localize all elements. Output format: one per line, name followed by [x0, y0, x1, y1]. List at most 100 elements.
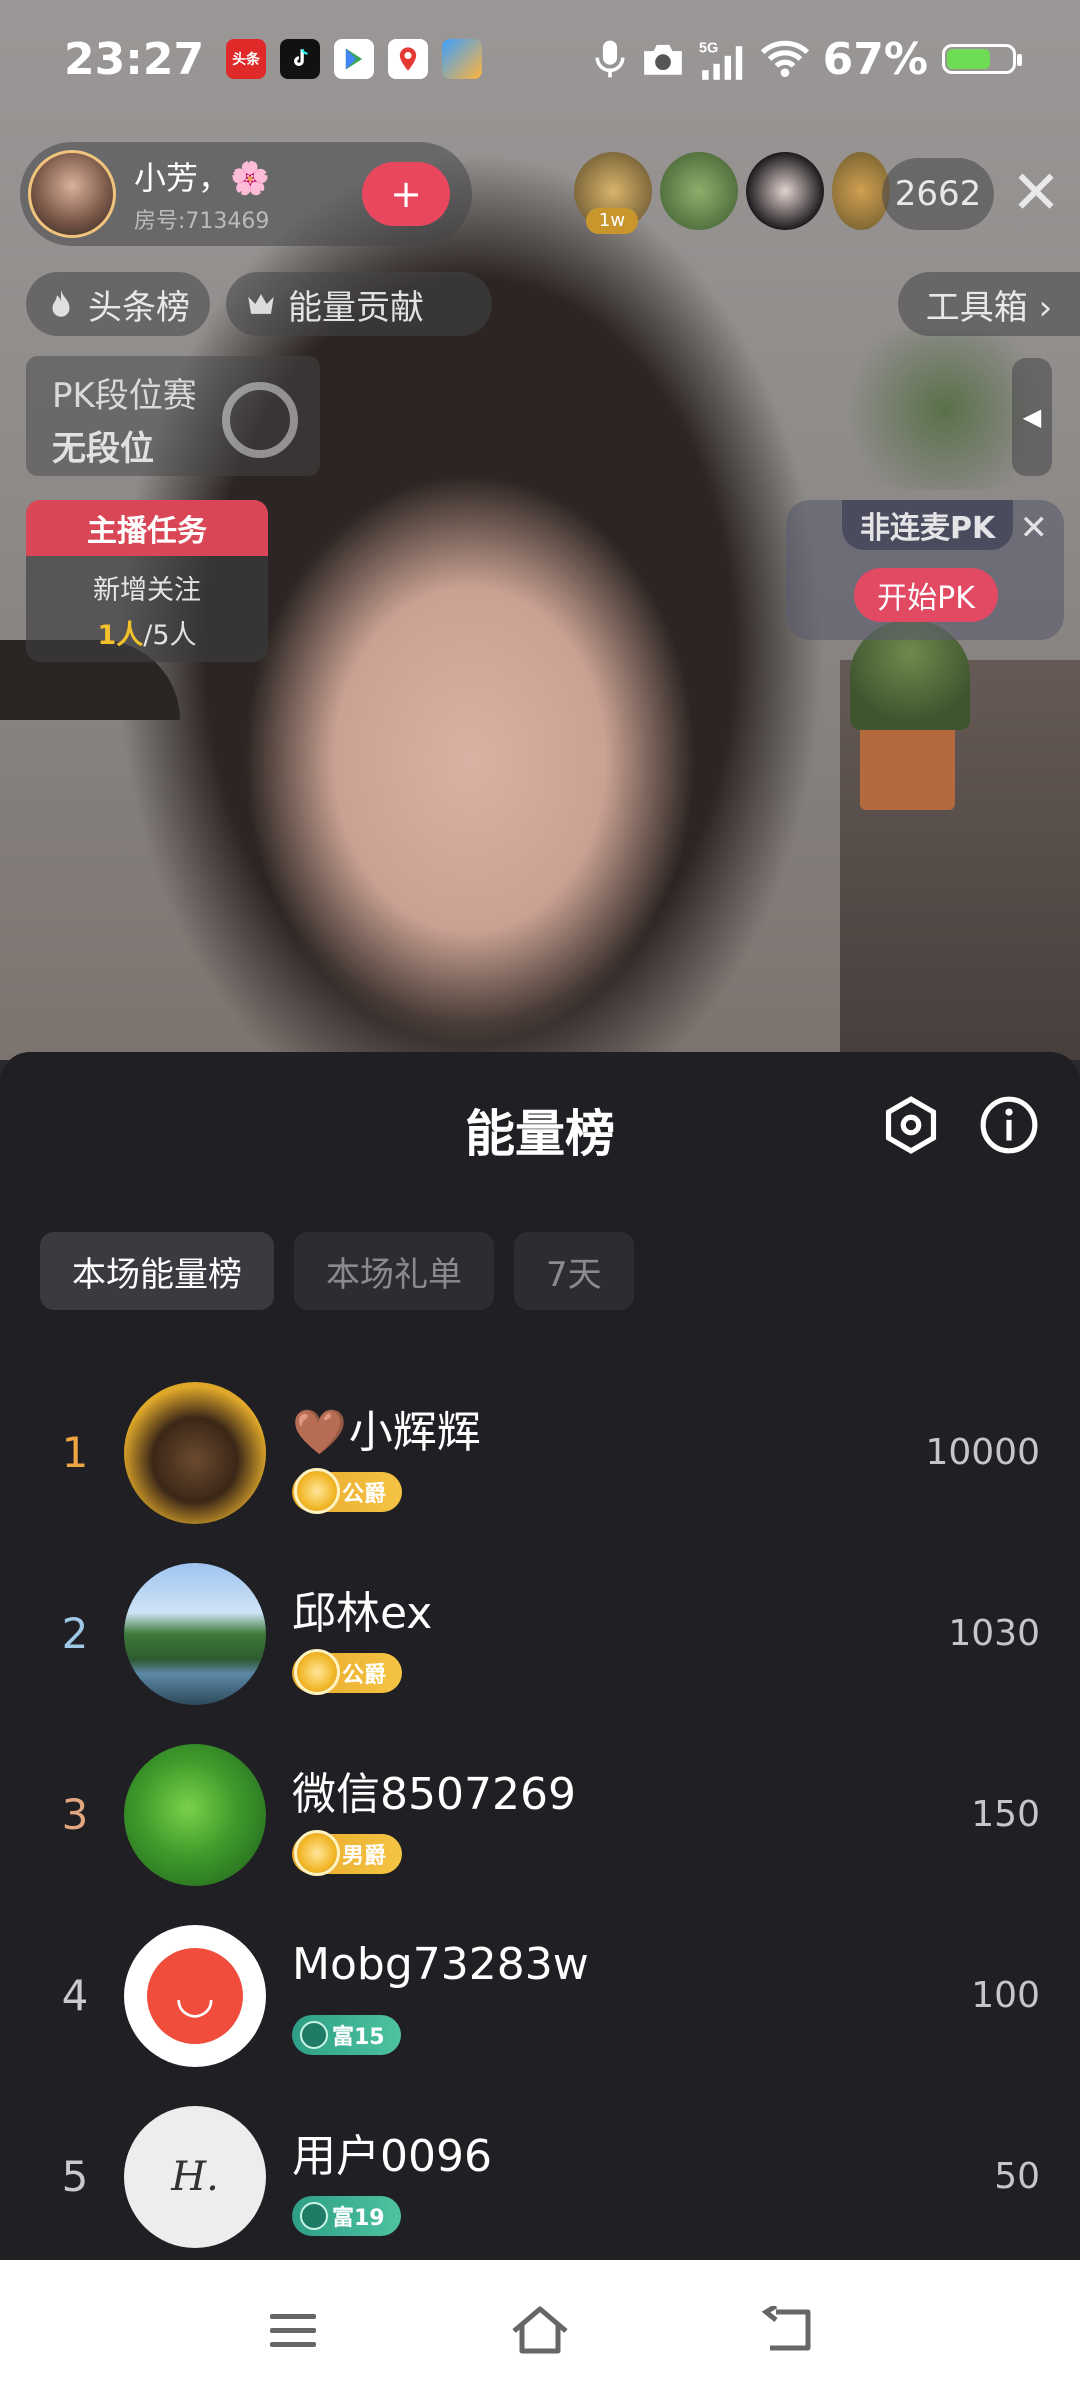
tab-session-gifts[interactable]: 本场礼单 [294, 1232, 494, 1310]
heart-icon: 🤎 [292, 1407, 347, 1458]
home-icon [512, 2306, 568, 2354]
viewer-avatar[interactable] [660, 152, 738, 230]
user-avatar[interactable]: H. [124, 2105, 266, 2248]
headline-rank-label: 头条榜 [88, 287, 190, 328]
energy-score: 50 [994, 2156, 1040, 2197]
viewer-contribution-badge: 1w [586, 208, 638, 234]
wink-face-icon: ◡ [147, 1947, 243, 2044]
headline-rank-chip[interactable]: 头条榜 [26, 272, 210, 336]
noble-badge: 公爵 [292, 1649, 403, 1695]
energy-rank-sheet: 能量榜 本场能量榜 本场礼单 7天 1 🤎小辉辉 公爵 10000 2 邱林ex… [0, 1052, 1080, 2260]
host-name: 小芳，🌸 [134, 159, 270, 197]
noble-badge: 男爵 [292, 1830, 403, 1876]
user-avatar[interactable] [124, 1562, 266, 1705]
energy-contribution-label: 能量贡献 [288, 287, 424, 328]
tiktok-icon [280, 39, 321, 79]
rank-number: 5 [61, 2152, 89, 2201]
task-title: 主播任务 [26, 500, 268, 556]
rank-row[interactable]: 5 H. 用户0096 富19 50 [0, 2086, 1080, 2267]
battery-fill [947, 49, 990, 69]
tab-session-energy[interactable]: 本场能量榜 [40, 1232, 274, 1310]
back-icon [761, 2306, 811, 2351]
files-icon [442, 39, 483, 79]
toolbox-chip[interactable]: 工具箱 › [898, 272, 1080, 336]
pk-card-close-icon[interactable]: ✕ [1020, 508, 1049, 548]
signature-avatar-icon: H. [171, 2153, 219, 2200]
user-name-text: Mobg73283w [292, 1939, 589, 1990]
home-button[interactable] [505, 2295, 575, 2365]
collapse-arrow-icon[interactable]: ◀ [1012, 358, 1052, 476]
notification-icons: 头条 [226, 39, 483, 79]
map-icon [388, 39, 429, 79]
back-button[interactable] [752, 2295, 822, 2365]
viewer-avatar[interactable] [746, 152, 824, 230]
toolbox-label: 工具箱 › [925, 287, 1053, 328]
gem-icon [294, 1649, 340, 1695]
svg-text:5G: 5G [699, 41, 718, 57]
host-task-card[interactable]: 主播任务 新增关注 1人/5人 [26, 500, 268, 662]
rank-row[interactable]: 4 ◡ Mobg73283w 富15 100 [0, 1905, 1080, 2086]
signal-5g-icon: 5G [699, 41, 742, 80]
energy-contribution-chip[interactable]: 能量贡献 [226, 272, 492, 336]
flame-icon [52, 289, 70, 317]
host-card[interactable]: 小芳，🌸 房号:713469 + [20, 142, 472, 246]
user-name: 微信8507269 [292, 1758, 576, 1822]
battery-percent: 67% [822, 33, 928, 85]
start-pk-button[interactable]: 开始PK [854, 568, 998, 622]
noble-badge-label: 公爵 [342, 1663, 387, 1688]
user-name-text: 微信8507269 [292, 1769, 576, 1820]
gem-icon [294, 1830, 340, 1876]
user-name: 邱林ex [292, 1577, 432, 1641]
task-description: 新增关注 [93, 575, 201, 606]
energy-score: 10000 [925, 1432, 1040, 1473]
user-name: Mobg73283w [292, 1939, 589, 1990]
wealth-badge: 富15 [292, 2015, 401, 2055]
close-icon[interactable]: ✕ [1006, 160, 1066, 226]
rank-row[interactable]: 1 🤎小辉辉 公爵 10000 [0, 1362, 1080, 1543]
top-viewers: 1w [574, 152, 890, 234]
rank-number: 2 [61, 1609, 89, 1658]
menu-icon [270, 2314, 317, 2347]
host-info: 小芳，🌸 房号:713469 [134, 153, 270, 235]
viewer-avatar[interactable]: 1w [574, 152, 652, 234]
rank-row[interactable]: 2 邱林ex 公爵 1030 [0, 1543, 1080, 1724]
rank-number: 3 [61, 1790, 89, 1839]
play-store-icon [334, 39, 375, 79]
noble-badge-label: 公爵 [342, 1482, 387, 1507]
rank-number: 4 [61, 1971, 89, 2020]
task-progress-total: /5人 [143, 620, 197, 651]
rank-list: 1 🤎小辉辉 公爵 10000 2 邱林ex 公爵 1030 3 微信85072… [0, 1362, 1080, 2267]
status-time: 23:27 [64, 33, 205, 85]
follow-button[interactable]: + [362, 162, 450, 226]
rank-tabs: 本场能量榜 本场礼单 7天 [40, 1232, 634, 1310]
wealth-badge-label: 富15 [332, 2025, 385, 2050]
microphone-icon [595, 40, 625, 78]
pk-rank-card[interactable]: PK段位赛 无段位 [26, 356, 320, 476]
task-progress: 1人/5人 [26, 613, 268, 652]
camera-icon [643, 44, 682, 75]
menu-button[interactable] [258, 2295, 328, 2365]
wealth-level-icon [300, 2202, 328, 2230]
noble-badge-label: 男爵 [342, 1844, 387, 1869]
user-name-text: 邱林ex [292, 1588, 433, 1639]
user-avatar[interactable] [124, 1743, 266, 1886]
user-avatar[interactable]: ◡ [124, 1924, 266, 2067]
energy-score: 150 [971, 1794, 1040, 1835]
crown-icon [248, 294, 274, 314]
host-avatar[interactable] [28, 150, 116, 238]
wifi-icon [760, 40, 809, 77]
settings-hexagon-icon[interactable] [880, 1094, 942, 1156]
energy-score: 100 [971, 1975, 1040, 2016]
user-avatar[interactable] [124, 1381, 266, 1524]
non-linked-pk-card: 非连麦PK ✕ 开始PK [786, 500, 1064, 640]
toutiao-icon: 头条 [226, 39, 267, 79]
pk-card-title: 非连麦PK [842, 500, 1014, 550]
status-bar: 23:27 头条 5G 67% [0, 0, 1080, 118]
viewer-count[interactable]: 2662 [882, 158, 994, 230]
info-icon[interactable] [978, 1094, 1040, 1156]
pk-rank-logo-icon [222, 382, 298, 458]
rank-row[interactable]: 3 微信8507269 男爵 150 [0, 1724, 1080, 1905]
rank-number: 1 [61, 1428, 89, 1477]
tab-7-days[interactable]: 7天 [514, 1232, 634, 1310]
status-right: 5G 67% [593, 33, 1022, 85]
